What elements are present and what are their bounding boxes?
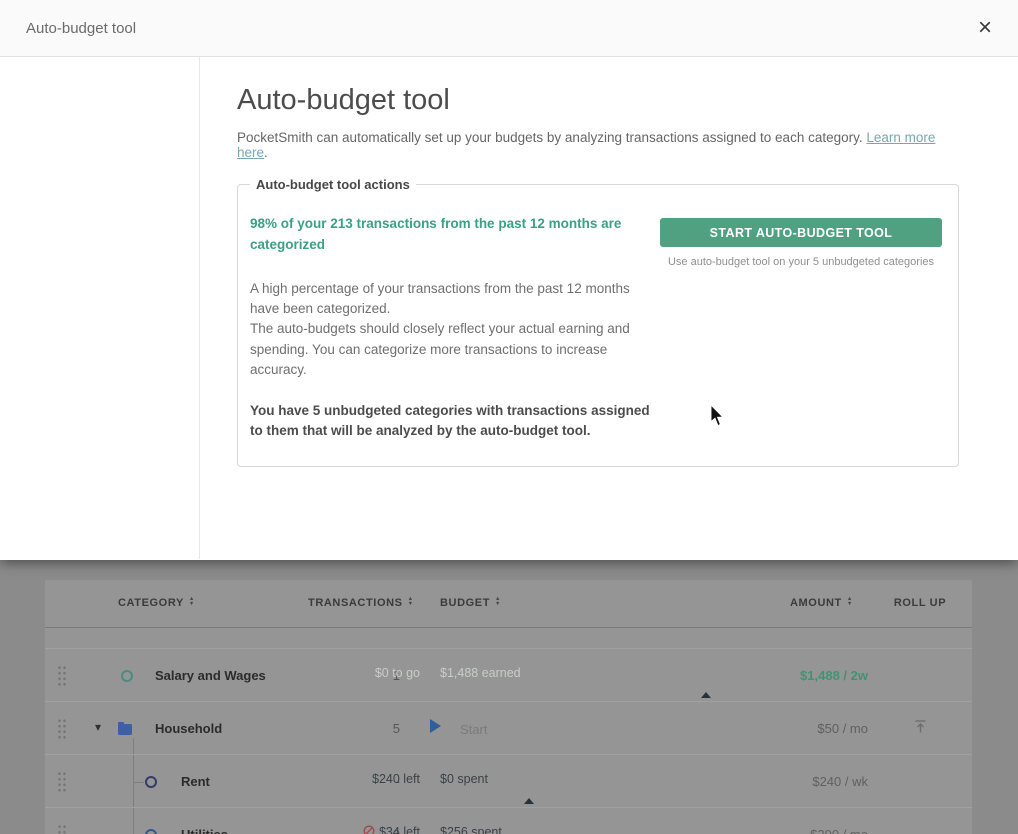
drag-handle-icon[interactable] [57, 718, 67, 740]
transactions-count: 5 [345, 721, 400, 736]
modal-sidebar [0, 57, 200, 559]
drag-handle-icon[interactable] [57, 665, 67, 687]
tree-line [133, 738, 134, 755]
modal-header-title: Auto-budget tool [26, 20, 136, 37]
budget-marker-icon [524, 798, 534, 804]
category-circle-icon [121, 670, 133, 682]
table-row-rent: Rent - $0 spent $240 left $240 / wk [45, 754, 972, 807]
close-icon[interactable]: × [978, 16, 992, 40]
category-name[interactable]: Household [155, 721, 222, 736]
amount-value: $240 / wk [730, 774, 868, 789]
budget-marker-icon [701, 692, 711, 698]
column-header-amount[interactable]: AMOUNT▲▼ [790, 597, 853, 609]
drag-handle-icon[interactable] [57, 824, 67, 834]
sort-icon[interactable]: ▲▼ [408, 597, 414, 606]
category-name[interactable]: Rent [181, 774, 210, 789]
column-header-rollup: ROLL UP [868, 597, 972, 609]
category-name[interactable]: Utilities [181, 827, 228, 834]
tree-line [133, 755, 134, 782]
categorization-summary: A high percentage of your transactions f… [250, 279, 652, 380]
budget-table-header: CATEGORY▲▼ TRANSACTIONS▲▼ BUDGET▲▼ AMOUN… [45, 580, 972, 628]
category-circle-icon [145, 829, 157, 834]
amount-value: $290 / mo [730, 827, 868, 834]
actions-summary-column: 98% of your 213 transactions from the pa… [250, 194, 652, 442]
tree-line [133, 782, 144, 783]
modal-content: Auto-budget tool PocketSmith can automat… [237, 57, 959, 467]
unbudgeted-categories-note: You have 5 unbudgeted categories with tr… [250, 401, 652, 442]
rollup-icon[interactable] [868, 719, 972, 739]
column-header-transactions[interactable]: TRANSACTIONS▲▼ [308, 597, 414, 609]
categorization-highlight: 98% of your 213 transactions from the pa… [250, 214, 652, 256]
tree-line [133, 808, 134, 834]
modal-header: Auto-budget tool × [0, 0, 1018, 57]
budget-table: CATEGORY▲▼ TRANSACTIONS▲▼ BUDGET▲▼ AMOUN… [45, 580, 972, 834]
drag-handle-icon[interactable] [57, 771, 67, 793]
start-budget-label[interactable]: Start [460, 722, 487, 737]
actions-button-column: START AUTO-BUDGET TOOL Use auto-budget t… [660, 194, 942, 268]
table-row-utilities: Utilities 3 $256 spent $34 left $290 / m… [45, 807, 972, 834]
dimmed-page-background: CATEGORY▲▼ TRANSACTIONS▲▼ BUDGET▲▼ AMOUN… [0, 560, 1018, 834]
modal-description: PocketSmith can automatically set up you… [237, 130, 959, 160]
auto-budget-actions-box: Auto-budget tool actions 98% of your 213… [237, 177, 959, 467]
amount-value: $50 / mo [730, 721, 868, 736]
table-row-household: ▾ Household 5 Start $50 / mo [45, 701, 972, 754]
start-button-caption: Use auto-budget tool on your 5 unbudgete… [660, 256, 942, 268]
page-title: Auto-budget tool [237, 84, 959, 117]
column-header-budget[interactable]: BUDGET▲▼ [440, 597, 501, 609]
table-row-salary-and-wages: Salary and Wages 1 $1,488 earned $0 to g… [45, 648, 972, 701]
category-circle-icon [145, 776, 157, 788]
actions-box-legend: Auto-budget tool actions [250, 177, 416, 192]
start-auto-budget-button[interactable]: START AUTO-BUDGET TOOL [660, 218, 942, 247]
sort-icon[interactable]: ▲▼ [847, 597, 853, 606]
play-icon[interactable] [430, 719, 441, 733]
sort-icon[interactable]: ▲▼ [189, 597, 195, 606]
tree-line [133, 782, 134, 808]
auto-budget-modal: Auto-budget tool × Auto-budget tool Pock… [0, 0, 1018, 560]
chevron-down-icon[interactable]: ▾ [95, 721, 101, 733]
amount-value: $1,488 / 2w [730, 668, 868, 683]
category-name[interactable]: Salary and Wages [155, 668, 266, 683]
modal-body: Auto-budget tool PocketSmith can automat… [0, 57, 1018, 559]
column-header-category[interactable]: CATEGORY▲▼ [118, 597, 195, 609]
mouse-cursor [710, 405, 726, 432]
sort-icon[interactable]: ▲▼ [495, 597, 501, 606]
folder-icon [118, 724, 132, 735]
